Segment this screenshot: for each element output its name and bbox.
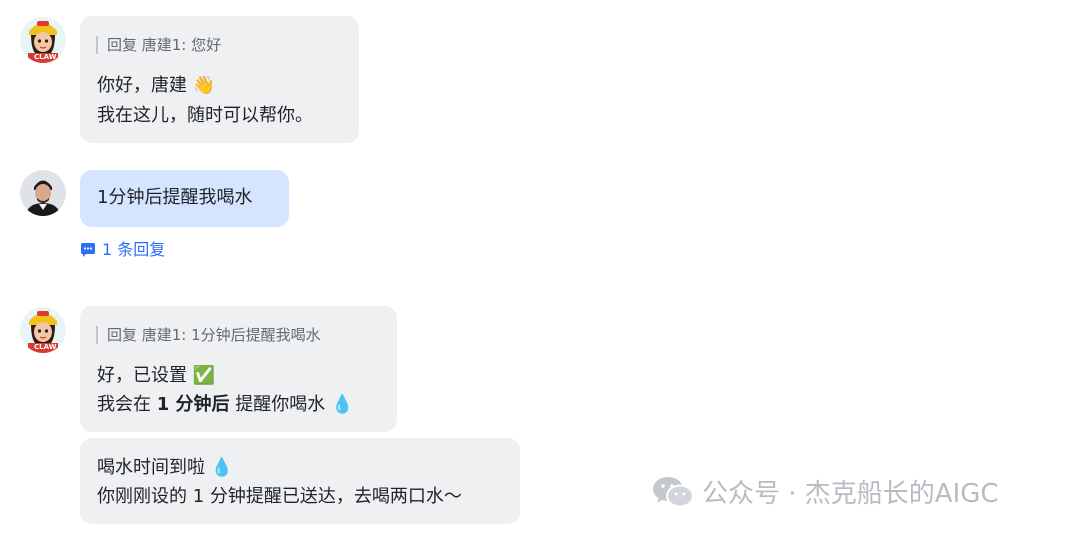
- watermark: 公众号 · 杰克船长的AIGC: [652, 473, 999, 510]
- message-line: 喝水时间到啦 💧: [97, 457, 233, 479]
- thread-replies-link[interactable]: 1 条回复: [80, 240, 165, 260]
- message-line: 好，已设置 ✅: [97, 365, 215, 387]
- bot-avatar[interactable]: CLAW: [20, 17, 66, 63]
- bot-avatar-badge: CLAW: [34, 53, 57, 61]
- comment-icon: [81, 243, 95, 257]
- message-text: 提醒你喝水: [235, 394, 326, 415]
- message-text: 你好，唐建: [97, 75, 187, 96]
- message-line: 你好，唐建 👋: [97, 75, 215, 97]
- quoted-reply[interactable]: 回复 唐建1: 您好: [96, 36, 221, 54]
- message-text: 我在这儿，随时可以帮你。: [97, 105, 313, 126]
- bot-message-greeting: 回复 唐建1: 您好 你好，唐建 👋 我在这儿，随时可以帮你。: [80, 16, 359, 143]
- message-text: 我会在: [97, 394, 151, 415]
- message-text: 好，已设置: [97, 365, 187, 386]
- waving-hand-icon: 👋: [192, 75, 216, 96]
- droplet-icon: 💧: [331, 394, 354, 415]
- droplet-icon: 💧: [210, 457, 234, 478]
- bot-avatar-badge: CLAW: [34, 343, 57, 351]
- thread-replies-label: 1 条回复: [102, 240, 166, 259]
- message-text: 喝水时间到啦: [97, 457, 205, 478]
- user-avatar[interactable]: [20, 170, 66, 216]
- message-text: 你刚刚设的 1 分钟提醒已送达，去喝两口水～: [97, 486, 462, 507]
- wechat-icon: [653, 476, 694, 507]
- quoted-reply[interactable]: 回复 唐建1: 1分钟后提醒我喝水: [96, 326, 321, 344]
- check-mark-icon: ✅: [192, 365, 216, 386]
- bot-message-reminder: 喝水时间到啦 💧 你刚刚设的 1 分钟提醒已送达，去喝两口水～: [80, 438, 520, 524]
- user-message: 1分钟后提醒我喝水: [80, 170, 289, 227]
- watermark-text: 公众号 · 杰克船长的AIGC: [702, 479, 999, 509]
- bot-avatar[interactable]: CLAW: [20, 307, 66, 353]
- message-text: 1分钟后提醒我喝水: [97, 187, 253, 208]
- user-avatar-image: [20, 170, 66, 216]
- message-line: 我会在 1 分钟后 提醒你喝水 💧: [97, 394, 353, 416]
- bot-message-confirmation: 回复 唐建1: 1分钟后提醒我喝水 好，已设置 ✅ 我会在 1 分钟后 提醒你喝…: [80, 306, 397, 432]
- message-bold-text: 1 分钟后: [156, 394, 230, 415]
